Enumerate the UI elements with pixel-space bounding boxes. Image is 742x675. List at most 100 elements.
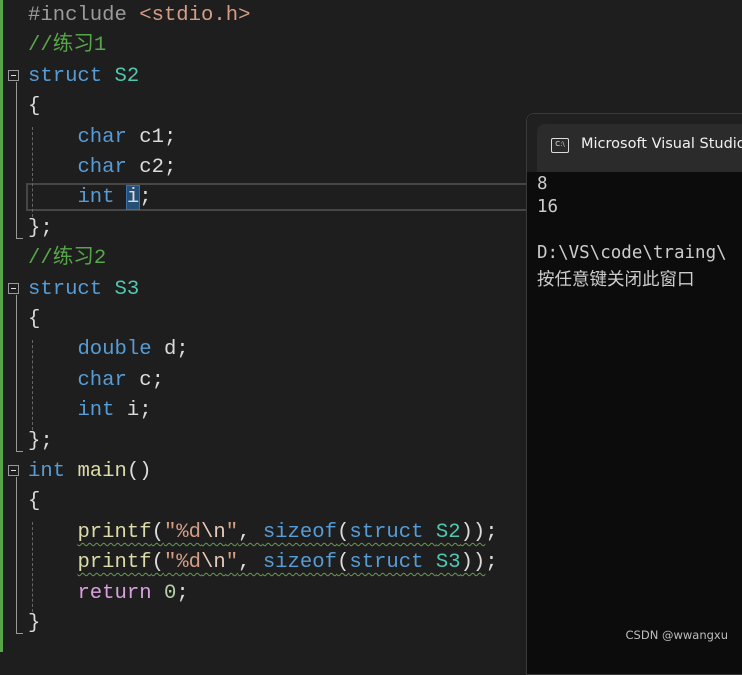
code-token: sizeof: [262, 551, 337, 575]
code-token: struct: [349, 520, 436, 544]
code-line[interactable]: printf("%d\n", sizeof(struct S2));: [28, 518, 498, 548]
code-token: double: [77, 338, 164, 362]
code-line[interactable]: };: [28, 427, 53, 457]
code-token: "%d: [163, 551, 202, 575]
console-output-line: 按任意键关闭此窗口: [537, 270, 695, 290]
code-token: (: [336, 520, 350, 544]
collapse-icon[interactable]: [8, 283, 19, 294]
code-line[interactable]: double d;: [28, 335, 189, 365]
code-token: \n: [201, 551, 226, 575]
code-token: \n: [201, 520, 226, 544]
code-line[interactable]: struct S2: [28, 62, 139, 92]
code-token: (: [151, 551, 164, 575]
code-token: //练习2: [28, 247, 107, 271]
code-token: printf: [77, 520, 152, 544]
code-token: S3: [114, 277, 140, 301]
code-token: //练习1: [28, 34, 107, 58]
code-line[interactable]: char c;: [28, 366, 164, 396]
code-token: int: [77, 186, 127, 210]
console-title: Microsoft Visual Studio: [581, 136, 742, 152]
fold-line: [16, 82, 17, 238]
console-icon: C:\: [551, 138, 569, 153]
code-token: }: [28, 612, 41, 635]
code-token: return: [77, 581, 164, 605]
code-token: d;: [163, 338, 189, 362]
code-token: ;: [485, 520, 498, 544]
code-line[interactable]: printf("%d\n", sizeof(struct S3));: [28, 548, 498, 578]
fold-end: [16, 451, 23, 452]
code-token: {: [28, 490, 41, 514]
console-output-line: 16: [537, 197, 559, 217]
code-line[interactable]: int main(): [28, 457, 152, 487]
code-line[interactable]: char c2;: [28, 153, 176, 183]
code-token: ,: [238, 551, 263, 575]
fold-line: [16, 295, 17, 451]
code-line[interactable]: {: [28, 305, 40, 335]
code-token: S2: [435, 520, 461, 544]
code-token: (): [126, 460, 152, 483]
code-token: char: [77, 125, 140, 149]
code-token: 0: [163, 581, 177, 605]
watermark: CSDN @wwangxu: [625, 628, 728, 642]
console-title-bar: C:\ Microsoft Visual Studio: [527, 114, 742, 172]
code-token: int: [77, 399, 127, 423]
code-token: i;: [126, 399, 152, 423]
console-output-line: D:\VS\code\traing\: [537, 243, 727, 263]
code-token: ,: [238, 520, 263, 544]
code-token: };: [28, 216, 53, 240]
code-token: {: [28, 95, 41, 119]
code-token: ;: [139, 186, 152, 210]
code-token: ;: [485, 551, 498, 575]
code-line[interactable]: };: [28, 214, 53, 244]
code-token: c2;: [139, 156, 177, 179]
code-token: )): [460, 520, 486, 544]
code-token: (: [151, 520, 164, 544]
code-line[interactable]: char c1;: [28, 123, 176, 153]
console-window[interactable]: C:\ Microsoft Visual Studio 8 16 D:\VS\c…: [526, 113, 742, 675]
code-token: c;: [139, 368, 164, 392]
code-token: S2: [114, 64, 140, 88]
code-line[interactable]: int i;: [28, 183, 152, 213]
code-line[interactable]: //练习1: [28, 31, 106, 61]
code-token: };: [28, 429, 53, 453]
code-token: #include: [28, 4, 140, 27]
code-token: c1;: [139, 125, 177, 149]
code-token: )): [460, 551, 486, 575]
collapse-icon[interactable]: [8, 70, 19, 81]
code-token: struct: [349, 551, 436, 575]
code-token: main: [77, 460, 127, 483]
code-token: ": [225, 520, 239, 544]
code-token: S3: [435, 551, 461, 575]
code-line[interactable]: //练习2: [28, 244, 106, 274]
code-token: {: [28, 308, 41, 331]
console-output-line: 8: [537, 174, 548, 194]
console-tab[interactable]: C:\ Microsoft Visual Studio: [537, 124, 742, 172]
code-line[interactable]: #include <stdio.h>: [28, 1, 250, 31]
fold-end: [16, 633, 23, 634]
code-line[interactable]: {: [28, 487, 40, 517]
code-line[interactable]: {: [28, 92, 40, 122]
code-token: struct: [28, 64, 115, 88]
code-token: int: [28, 460, 78, 483]
code-token: i: [125, 185, 141, 211]
fold-line: [16, 477, 17, 633]
collapse-icon[interactable]: [8, 465, 19, 476]
code-line[interactable]: struct S3: [28, 275, 139, 305]
code-line[interactable]: return 0;: [28, 579, 188, 609]
code-token: struct: [28, 277, 115, 301]
code-line[interactable]: int i;: [28, 396, 152, 426]
code-token: sizeof: [262, 520, 337, 544]
code-token: "%d: [163, 520, 202, 544]
code-token: <stdio.h>: [139, 4, 251, 27]
code-line[interactable]: }: [28, 609, 40, 639]
code-token: printf: [77, 551, 152, 575]
